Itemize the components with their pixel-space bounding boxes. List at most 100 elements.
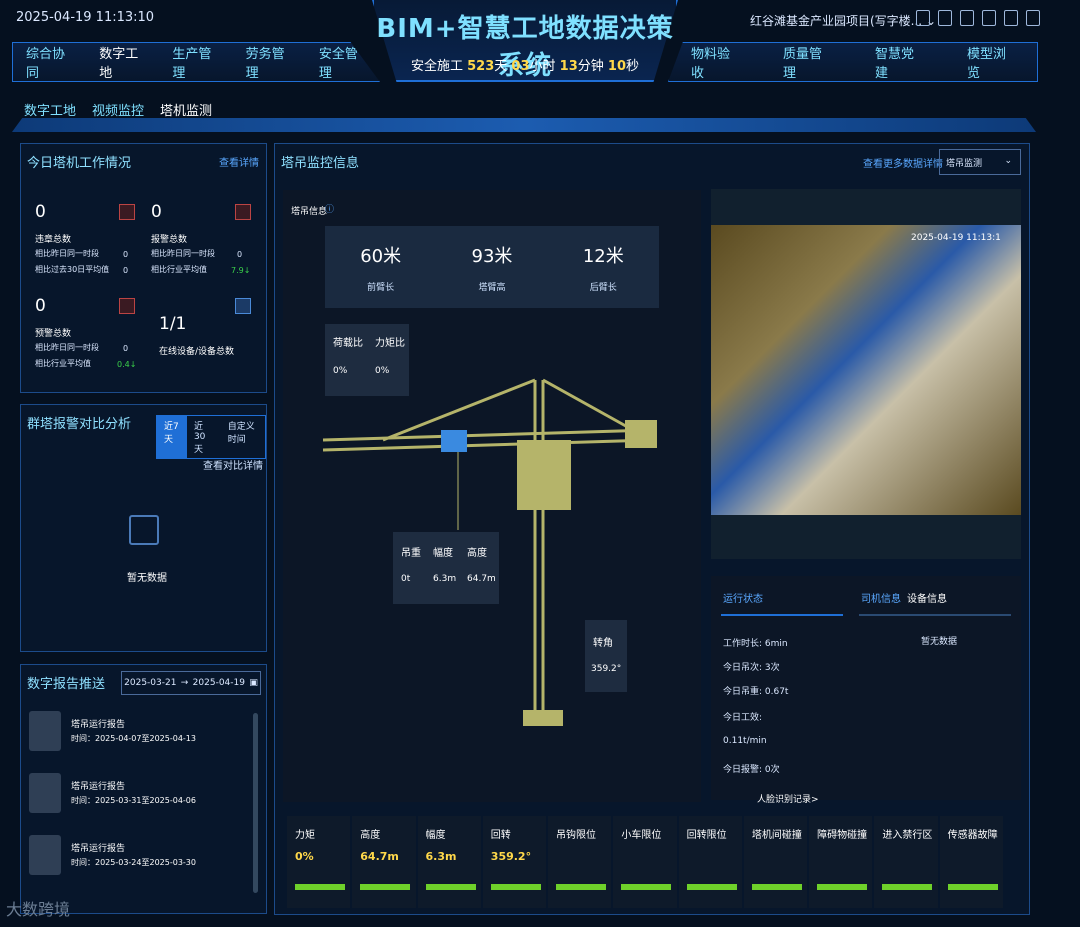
work-panel: 今日塔机工作情况 查看详情 0 违章总数 相比昨日同一时段 0 相比过去30日平… xyxy=(20,143,267,393)
counterweight xyxy=(625,420,657,448)
height-value: 64.7m xyxy=(467,574,496,584)
compare-detail-link[interactable]: 查看对比详情 xyxy=(203,457,263,472)
subnav-video[interactable]: 视频监控 xyxy=(92,100,144,119)
violation-r2: 相比过去30日平均值 xyxy=(35,265,110,274)
crane-3d-view: 塔吊信息 ⓘ 60米 前臂长 93米 塔臂高 12米 后臂长 荷载比 力矩比 0… xyxy=(283,190,701,802)
tab-device[interactable]: 设备信息 xyxy=(907,590,947,605)
work-panel-title: 今日塔机工作情况 xyxy=(27,156,132,171)
ratio-box: 荷载比 力矩比 0% 0% xyxy=(325,324,409,396)
nav-item-party[interactable]: 智慧党建 xyxy=(853,43,945,81)
hook-value: 0t xyxy=(401,574,411,584)
range-tabs: 近7天 近30天 自定义时间 xyxy=(156,415,266,459)
project-name: 红谷滩基金产业园项目(写字楼... xyxy=(750,14,923,28)
back-arm-label: 后臂长 xyxy=(589,282,617,293)
date-to: 2025-04-19 xyxy=(192,678,245,688)
nav-item-quality[interactable]: 质量管理 xyxy=(761,43,853,81)
violation-label: 违章总数 xyxy=(35,235,72,245)
nav-item-safety[interactable]: 安全管理 xyxy=(306,43,379,81)
report-item[interactable]: 塔吊运行报告 时间：2025-04-07至2025-04-13 xyxy=(29,711,249,757)
rotation-label: 转角 xyxy=(593,638,613,649)
sensor-label: 幅度 xyxy=(425,830,446,841)
project-selector[interactable]: 红谷滩基金产业园项目(写字楼... ⌄ xyxy=(750,12,936,29)
sensor-label: 高度 xyxy=(360,830,381,841)
nav-item-labor[interactable]: 劳务管理 xyxy=(233,43,306,81)
violation-r1-value: 0 xyxy=(123,250,129,259)
warn-r2: 相比行业平均值 xyxy=(35,359,91,368)
sensor-cell: 小车限位 xyxy=(613,816,677,908)
empty-data-icon xyxy=(129,515,159,545)
nav-item-production[interactable]: 生产管理 xyxy=(159,43,232,81)
date-range-picker[interactable]: 2025-03-21 → 2025-04-19 ▣ xyxy=(121,671,261,695)
document-icon[interactable] xyxy=(960,10,974,26)
header-datetime: 2025-04-19 11:13:10 xyxy=(16,10,155,25)
moment-ratio-label: 力矩比 xyxy=(375,338,405,349)
warn-icon xyxy=(119,298,135,314)
more-data-link[interactable]: 查看更多数据详情 xyxy=(863,155,943,170)
face-record-link[interactable]: 人脸识别记录> xyxy=(757,792,819,805)
report-scrollbar[interactable] xyxy=(253,713,258,893)
grid-icon[interactable] xyxy=(916,10,930,26)
status-underline xyxy=(721,614,843,616)
nav-item-digital-site[interactable]: 数字工地 xyxy=(86,43,159,81)
camera-feed[interactable]: 2025-04-19 11:13:1 xyxy=(711,189,1021,559)
efficiency-value: 0.11t/min xyxy=(723,736,767,746)
watermark: 大数跨境 xyxy=(6,900,71,919)
subnav-digital-site[interactable]: 数字工地 xyxy=(24,100,76,119)
tab-run-status[interactable]: 运行状态 xyxy=(723,590,763,605)
weight-today: 今日吊重: 0.67t xyxy=(723,687,789,697)
safety-hours: 03 xyxy=(511,59,530,74)
monitor-title: 塔吊监控信息 xyxy=(281,156,360,171)
tab-30-days[interactable]: 近30天 xyxy=(187,416,221,458)
header-toolbar xyxy=(916,10,1040,26)
driver-underline xyxy=(859,614,1011,616)
sensor-cell: 障碍物碰撞 xyxy=(809,816,873,908)
safety-seconds: 10 xyxy=(607,59,627,74)
status-panel: 运行状态 司机信息 设备信息 工作时长: 6min 今日吊次: 3次 今日吊重:… xyxy=(711,576,1021,805)
sensor-cell: 塔机间碰撞 xyxy=(743,816,808,908)
report-item[interactable]: 塔吊运行报告 时间：2025-03-31至2025-04-06 xyxy=(29,773,249,819)
sensor-value: 0% xyxy=(295,850,314,863)
chevron-down-icon: ⌄ xyxy=(1004,156,1012,166)
violation-r1: 相比昨日同一时段 xyxy=(35,249,99,258)
report-panel: 数字报告推送 2025-03-21 → 2025-04-19 ▣ 塔吊运行报告 … xyxy=(20,664,267,914)
device-icon xyxy=(235,298,251,314)
front-arm-label: 前臂长 xyxy=(367,282,395,293)
online-label: 在线设备/设备总数 xyxy=(159,347,235,357)
sensor-bar xyxy=(882,884,933,890)
lifts-today: 今日吊次: 3次 xyxy=(723,663,780,673)
nav-right: 物料验收 质量管理 智慧党建 模型浏览 xyxy=(668,42,1038,82)
user-icon[interactable] xyxy=(1026,10,1040,26)
crane-base xyxy=(523,710,563,726)
monitor-select[interactable]: 塔吊监测 ⌄ xyxy=(939,149,1021,175)
report-title: 塔吊运行报告 xyxy=(71,782,126,792)
work-detail-link[interactable]: 查看详情 xyxy=(219,154,259,169)
monitor-icon[interactable] xyxy=(938,10,952,26)
refresh-icon[interactable] xyxy=(1004,10,1018,26)
help-icon[interactable]: ⓘ xyxy=(325,202,334,215)
nav-item-collab[interactable]: 综合协同 xyxy=(13,43,86,81)
load-ratio-value: 0% xyxy=(333,366,348,376)
sensor-cell: 回转 359.2° xyxy=(482,816,547,908)
tab-7-days[interactable]: 近7天 xyxy=(157,416,187,458)
sensor-status-row: 力矩 0% 高度 64.7m 幅度 6.3m 回转 359.2° 吊钩限位 小车限位 回… xyxy=(287,816,1003,908)
alarm-r1-value: 0 xyxy=(237,250,243,259)
warn-label: 预警总数 xyxy=(35,329,72,339)
sensor-bar xyxy=(686,884,737,890)
warn-r1-value: 0 xyxy=(123,344,129,353)
back-arm-value: 12米 xyxy=(582,245,624,267)
sensor-label: 障碍物碰撞 xyxy=(817,830,868,841)
screen-icon[interactable] xyxy=(982,10,996,26)
work-time: 工作时长: 6min xyxy=(723,639,788,649)
report-item[interactable]: 塔吊运行报告 时间：2025-03-24至2025-03-30 xyxy=(29,835,249,881)
warn-count: 0 xyxy=(35,296,46,316)
report-date: 时间：2025-04-07至2025-04-13 xyxy=(71,734,196,743)
crane-icon xyxy=(29,711,61,751)
nav-item-model[interactable]: 模型浏览 xyxy=(945,43,1037,81)
subnav-crane[interactable]: 塔机监测 xyxy=(160,100,212,119)
nav-item-material[interactable]: 物料验收 xyxy=(669,43,761,81)
tab-custom[interactable]: 自定义时间 xyxy=(221,416,265,458)
tab-driver[interactable]: 司机信息 xyxy=(861,590,901,605)
efficiency-label: 今日工效: xyxy=(723,713,763,723)
sensor-bar xyxy=(621,884,672,890)
moment-ratio-value: 0% xyxy=(375,366,390,376)
